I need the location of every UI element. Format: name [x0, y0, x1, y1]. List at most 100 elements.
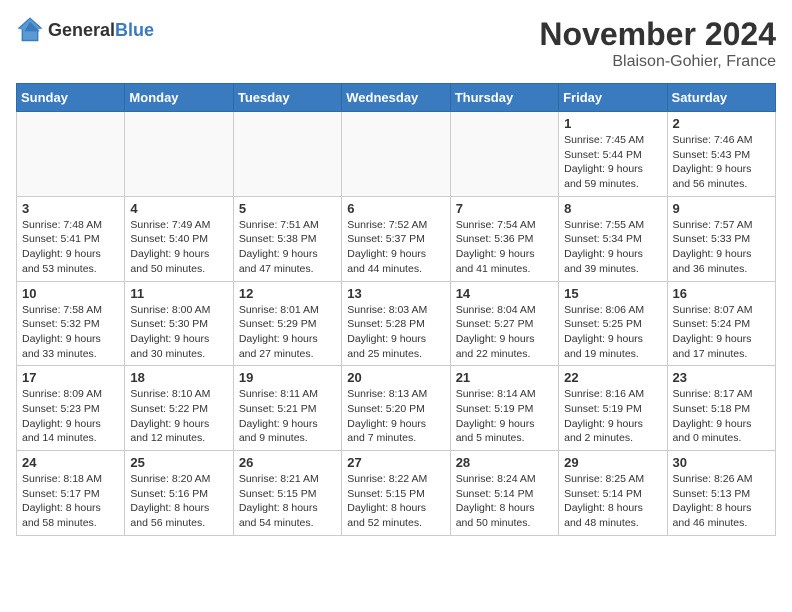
day-number: 8 [564, 201, 661, 216]
empty-cell [233, 112, 341, 197]
day-number: 23 [673, 370, 770, 385]
day-number: 9 [673, 201, 770, 216]
day-cell-15: 15 Sunrise: 8:06 AMSunset: 5:25 PMDayligh… [559, 281, 667, 366]
day-number: 13 [347, 286, 444, 301]
day-info: Sunrise: 8:00 AMSunset: 5:30 PMDaylight:… [130, 303, 227, 362]
day-cell-9: 9 Sunrise: 7:57 AMSunset: 5:33 PMDaylight… [667, 196, 775, 281]
day-number: 26 [239, 455, 336, 470]
day-cell-8: 8 Sunrise: 7:55 AMSunset: 5:34 PMDaylight… [559, 196, 667, 281]
day-cell-26: 26Sunrise: 8:21 AMSunset: 5:15 PMDayligh… [233, 451, 341, 536]
day-number: 27 [347, 455, 444, 470]
day-cell-14: 14 Sunrise: 8:04 AMSunset: 5:27 PMDayligh… [450, 281, 558, 366]
week-row-3: 10 Sunrise: 7:58 AMSunset: 5:32 PMDayligh… [17, 281, 776, 366]
day-info: Sunrise: 7:46 AMSunset: 5:43 PMDaylight:… [673, 133, 770, 192]
day-info: Sunrise: 8:25 AMSunset: 5:14 PMDaylight:… [564, 472, 661, 531]
day-number: 19 [239, 370, 336, 385]
empty-cell [17, 112, 125, 197]
day-number: 29 [564, 455, 661, 470]
day-info: Sunrise: 8:24 AMSunset: 5:14 PMDaylight:… [456, 472, 553, 531]
day-cell-11: 11 Sunrise: 8:00 AMSunset: 5:30 PMDayligh… [125, 281, 233, 366]
day-info: Sunrise: 7:51 AMSunset: 5:38 PMDaylight:… [239, 218, 336, 277]
day-number: 2 [673, 116, 770, 131]
day-number: 20 [347, 370, 444, 385]
day-info: Sunrise: 8:06 AMSunset: 5:25 PMDaylight:… [564, 303, 661, 362]
day-cell-2: 2 Sunrise: 7:46 AMSunset: 5:43 PMDaylight… [667, 112, 775, 197]
day-number: 6 [347, 201, 444, 216]
day-cell-29: 29 Sunrise: 8:25 AMSunset: 5:14 PMDayligh… [559, 451, 667, 536]
location-subtitle: Blaison-Gohier, France [539, 53, 776, 71]
day-info: Sunrise: 8:03 AMSunset: 5:28 PMDaylight:… [347, 303, 444, 362]
weekday-header-thursday: Thursday [450, 84, 558, 112]
day-number: 21 [456, 370, 553, 385]
day-info: Sunrise: 8:26 AMSunset: 5:13 PMDaylight:… [673, 472, 770, 531]
day-info: Sunrise: 7:52 AMSunset: 5:37 PMDaylight:… [347, 218, 444, 277]
day-info: Sunrise: 8:20 AMSunset: 5:16 PMDaylight:… [130, 472, 227, 531]
day-cell-18: 18Sunrise: 8:10 AMSunset: 5:22 PMDayligh… [125, 366, 233, 451]
day-number: 30 [673, 455, 770, 470]
day-info: Sunrise: 8:01 AMSunset: 5:29 PMDaylight:… [239, 303, 336, 362]
logo-icon [16, 16, 44, 44]
day-cell-21: 21 Sunrise: 8:14 AMSunset: 5:19 PMDayligh… [450, 366, 558, 451]
day-cell-1: 1 Sunrise: 7:45 AMSunset: 5:44 PMDaylight… [559, 112, 667, 197]
day-cell-22: 22 Sunrise: 8:16 AMSunset: 5:19 PMDayligh… [559, 366, 667, 451]
day-cell-28: 28 Sunrise: 8:24 AMSunset: 5:14 PMDayligh… [450, 451, 558, 536]
empty-cell [125, 112, 233, 197]
week-row-1: 1 Sunrise: 7:45 AMSunset: 5:44 PMDaylight… [17, 112, 776, 197]
day-cell-16: 16 Sunrise: 8:07 AMSunset: 5:24 PMDayligh… [667, 281, 775, 366]
day-cell-23: 23 Sunrise: 8:17 AMSunset: 5:18 PMDayligh… [667, 366, 775, 451]
day-info: Sunrise: 7:57 AMSunset: 5:33 PMDaylight:… [673, 218, 770, 277]
day-number: 15 [564, 286, 661, 301]
day-cell-7: 7Sunrise: 7:54 AMSunset: 5:36 PMDaylight… [450, 196, 558, 281]
day-cell-19: 19 Sunrise: 8:11 AMSunset: 5:21 PMDayligh… [233, 366, 341, 451]
day-info: Sunrise: 7:48 AMSunset: 5:41 PMDaylight:… [22, 218, 119, 277]
day-info: Sunrise: 7:55 AMSunset: 5:34 PMDaylight:… [564, 218, 661, 277]
day-number: 4 [130, 201, 227, 216]
day-cell-13: 13 Sunrise: 8:03 AMSunset: 5:28 PMDayligh… [342, 281, 450, 366]
day-info: Sunrise: 8:04 AMSunset: 5:27 PMDaylight:… [456, 303, 553, 362]
weekday-header-tuesday: Tuesday [233, 84, 341, 112]
day-number: 3 [22, 201, 119, 216]
day-number: 24 [22, 455, 119, 470]
day-cell-20: 20 Sunrise: 8:13 AMSunset: 5:20 PMDayligh… [342, 366, 450, 451]
day-info: Sunrise: 8:07 AMSunset: 5:24 PMDaylight:… [673, 303, 770, 362]
weekday-header-row: SundayMondayTuesdayWednesdayThursdayFrid… [17, 84, 776, 112]
week-row-5: 24 Sunrise: 8:18 AMSunset: 5:17 PMDayligh… [17, 451, 776, 536]
day-info: Sunrise: 7:49 AMSunset: 5:40 PMDaylight:… [130, 218, 227, 277]
day-info: Sunrise: 8:22 AMSunset: 5:15 PMDaylight:… [347, 472, 444, 531]
day-info: Sunrise: 8:18 AMSunset: 5:17 PMDaylight:… [22, 472, 119, 531]
day-number: 22 [564, 370, 661, 385]
day-info: Sunrise: 7:58 AMSunset: 5:32 PMDaylight:… [22, 303, 119, 362]
day-cell-17: 17 Sunrise: 8:09 AMSunset: 5:23 PMDayligh… [17, 366, 125, 451]
day-info: Sunrise: 7:45 AMSunset: 5:44 PMDaylight:… [564, 133, 661, 192]
day-number: 18 [130, 370, 227, 385]
day-number: 5 [239, 201, 336, 216]
day-info: Sunrise: 8:13 AMSunset: 5:20 PMDaylight:… [347, 387, 444, 446]
day-info: Sunrise: 8:16 AMSunset: 5:19 PMDaylight:… [564, 387, 661, 446]
month-title: November 2024 [539, 16, 776, 53]
day-number: 16 [673, 286, 770, 301]
day-number: 1 [564, 116, 661, 131]
day-number: 14 [456, 286, 553, 301]
day-cell-4: 4 Sunrise: 7:49 AMSunset: 5:40 PMDaylight… [125, 196, 233, 281]
weekday-header-monday: Monday [125, 84, 233, 112]
day-info: Sunrise: 8:17 AMSunset: 5:18 PMDaylight:… [673, 387, 770, 446]
title-area: November 2024 Blaison-Gohier, France [539, 16, 776, 71]
day-cell-10: 10 Sunrise: 7:58 AMSunset: 5:32 PMDayligh… [17, 281, 125, 366]
day-number: 28 [456, 455, 553, 470]
day-info: Sunrise: 8:11 AMSunset: 5:21 PMDaylight:… [239, 387, 336, 446]
logo-text: GeneralBlue [48, 20, 154, 41]
day-cell-30: 30 Sunrise: 8:26 AMSunset: 5:13 PMDayligh… [667, 451, 775, 536]
week-row-2: 3 Sunrise: 7:48 AMSunset: 5:41 PMDaylight… [17, 196, 776, 281]
day-cell-24: 24 Sunrise: 8:18 AMSunset: 5:17 PMDayligh… [17, 451, 125, 536]
weekday-header-wednesday: Wednesday [342, 84, 450, 112]
day-number: 10 [22, 286, 119, 301]
empty-cell [450, 112, 558, 197]
logo-general: General [48, 20, 115, 40]
day-info: Sunrise: 7:54 AMSunset: 5:36 PMDaylight:… [456, 218, 553, 277]
day-info: Sunrise: 8:14 AMSunset: 5:19 PMDaylight:… [456, 387, 553, 446]
day-number: 11 [130, 286, 227, 301]
logo-blue: Blue [115, 20, 154, 40]
day-info: Sunrise: 8:09 AMSunset: 5:23 PMDaylight:… [22, 387, 119, 446]
week-row-4: 17 Sunrise: 8:09 AMSunset: 5:23 PMDayligh… [17, 366, 776, 451]
day-number: 17 [22, 370, 119, 385]
